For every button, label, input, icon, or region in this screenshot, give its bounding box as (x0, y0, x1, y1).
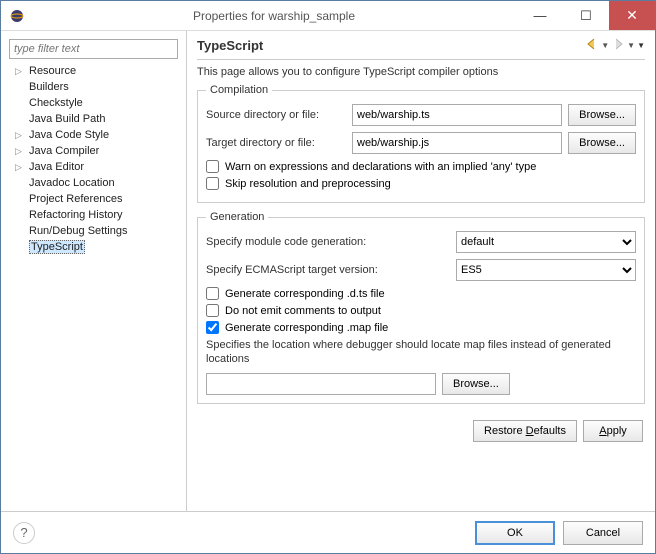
tree-item-label: Builders (29, 81, 69, 93)
ok-button[interactable]: OK (475, 521, 555, 545)
maximize-button[interactable]: ☐ (563, 1, 609, 30)
tree-item[interactable]: Java Code Style (13, 127, 178, 143)
tree-item[interactable]: Java Compiler (13, 143, 178, 159)
target-browse-button[interactable]: Browse... (568, 132, 636, 154)
gen-map-label: Generate corresponding .map file (225, 322, 388, 334)
tree-item-label: Refactoring History (29, 209, 123, 221)
gen-map-checkbox[interactable] (206, 321, 219, 334)
gen-dts-checkbox[interactable] (206, 287, 219, 300)
source-label: Source directory or file: (206, 109, 346, 121)
tree-item-label: Java Code Style (29, 129, 109, 141)
skip-resolution-checkbox[interactable] (206, 177, 219, 190)
restore-defaults-button[interactable]: Restore Defaults (473, 420, 577, 442)
titlebar: Properties for warship_sample — ☐ ✕ (1, 1, 655, 31)
tree-item[interactable]: Checkstyle (13, 95, 178, 111)
category-tree: Resource Builders Checkstyle Java Build Pat… (9, 63, 178, 255)
tree-item[interactable]: TypeScript (13, 239, 178, 255)
back-icon[interactable] (585, 37, 599, 54)
nav-toolbar: ▼ ▼ ▼ (585, 37, 645, 54)
tree-item-label: Resource (29, 65, 76, 77)
tree-item-label: Java Compiler (29, 145, 99, 157)
tree-item[interactable]: Refactoring History (13, 207, 178, 223)
tree-item-label: TypeScript (29, 240, 85, 254)
compilation-group: Compilation Source directory or file: Br… (197, 84, 645, 203)
no-comments-label: Do not emit comments to output (225, 305, 381, 317)
tree-item-label: Checkstyle (29, 97, 83, 109)
menu-dropdown-icon[interactable]: ▼ (637, 41, 645, 50)
tree-item[interactable]: Builders (13, 79, 178, 95)
page-title: TypeScript (197, 38, 585, 53)
source-browse-button[interactable]: Browse... (568, 104, 636, 126)
forward-dropdown-icon[interactable]: ▼ (627, 41, 635, 50)
ecma-select[interactable]: ES5 (456, 259, 636, 281)
page-description: This page allows you to configure TypeSc… (197, 60, 645, 84)
tree-item-label: Javadoc Location (29, 177, 115, 189)
help-icon[interactable]: ? (13, 522, 35, 544)
compilation-legend: Compilation (206, 84, 272, 96)
main-panel: TypeScript ▼ ▼ ▼ This page allows you to… (187, 31, 655, 511)
minimize-button[interactable]: — (517, 1, 563, 30)
tree-item[interactable]: Resource (13, 63, 178, 79)
tree-item[interactable]: Run/Debug Settings (13, 223, 178, 239)
tree-item-label: Project References (29, 193, 123, 205)
no-comments-checkbox[interactable] (206, 304, 219, 317)
generation-group: Generation Specify module code generatio… (197, 211, 645, 404)
map-location-input[interactable] (206, 373, 436, 395)
tree-item[interactable]: Project References (13, 191, 178, 207)
cancel-button[interactable]: Cancel (563, 521, 643, 545)
warn-any-checkbox[interactable] (206, 160, 219, 173)
close-button[interactable]: ✕ (609, 1, 655, 30)
forward-icon[interactable] (611, 37, 625, 54)
generation-legend: Generation (206, 211, 268, 223)
eclipse-icon (9, 8, 25, 24)
module-label: Specify module code generation: (206, 236, 366, 248)
warn-any-label: Warn on expressions and declarations wit… (225, 161, 536, 173)
sidebar: Resource Builders Checkstyle Java Build Pat… (1, 31, 187, 511)
source-input[interactable] (352, 104, 562, 126)
gen-dts-label: Generate corresponding .d.ts file (225, 288, 385, 300)
tree-item[interactable]: Javadoc Location (13, 175, 178, 191)
filter-input[interactable] (9, 39, 178, 59)
window-title: Properties for warship_sample (31, 9, 517, 23)
apply-button[interactable]: Apply (583, 420, 643, 442)
module-select[interactable]: default (456, 231, 636, 253)
dialog-footer: ? OK Cancel (1, 511, 655, 553)
map-description: Specifies the location where debugger sh… (206, 338, 636, 367)
tree-item-label: Java Build Path (29, 113, 105, 125)
tree-item-label: Java Editor (29, 161, 84, 173)
tree-item[interactable]: Java Editor (13, 159, 178, 175)
skip-resolution-label: Skip resolution and preprocessing (225, 178, 391, 190)
ecma-label: Specify ECMAScript target version: (206, 264, 378, 276)
target-label: Target directory or file: (206, 137, 346, 149)
back-dropdown-icon[interactable]: ▼ (601, 41, 609, 50)
map-browse-button[interactable]: Browse... (442, 373, 510, 395)
tree-item[interactable]: Java Build Path (13, 111, 178, 127)
target-input[interactable] (352, 132, 562, 154)
tree-item-label: Run/Debug Settings (29, 225, 127, 237)
